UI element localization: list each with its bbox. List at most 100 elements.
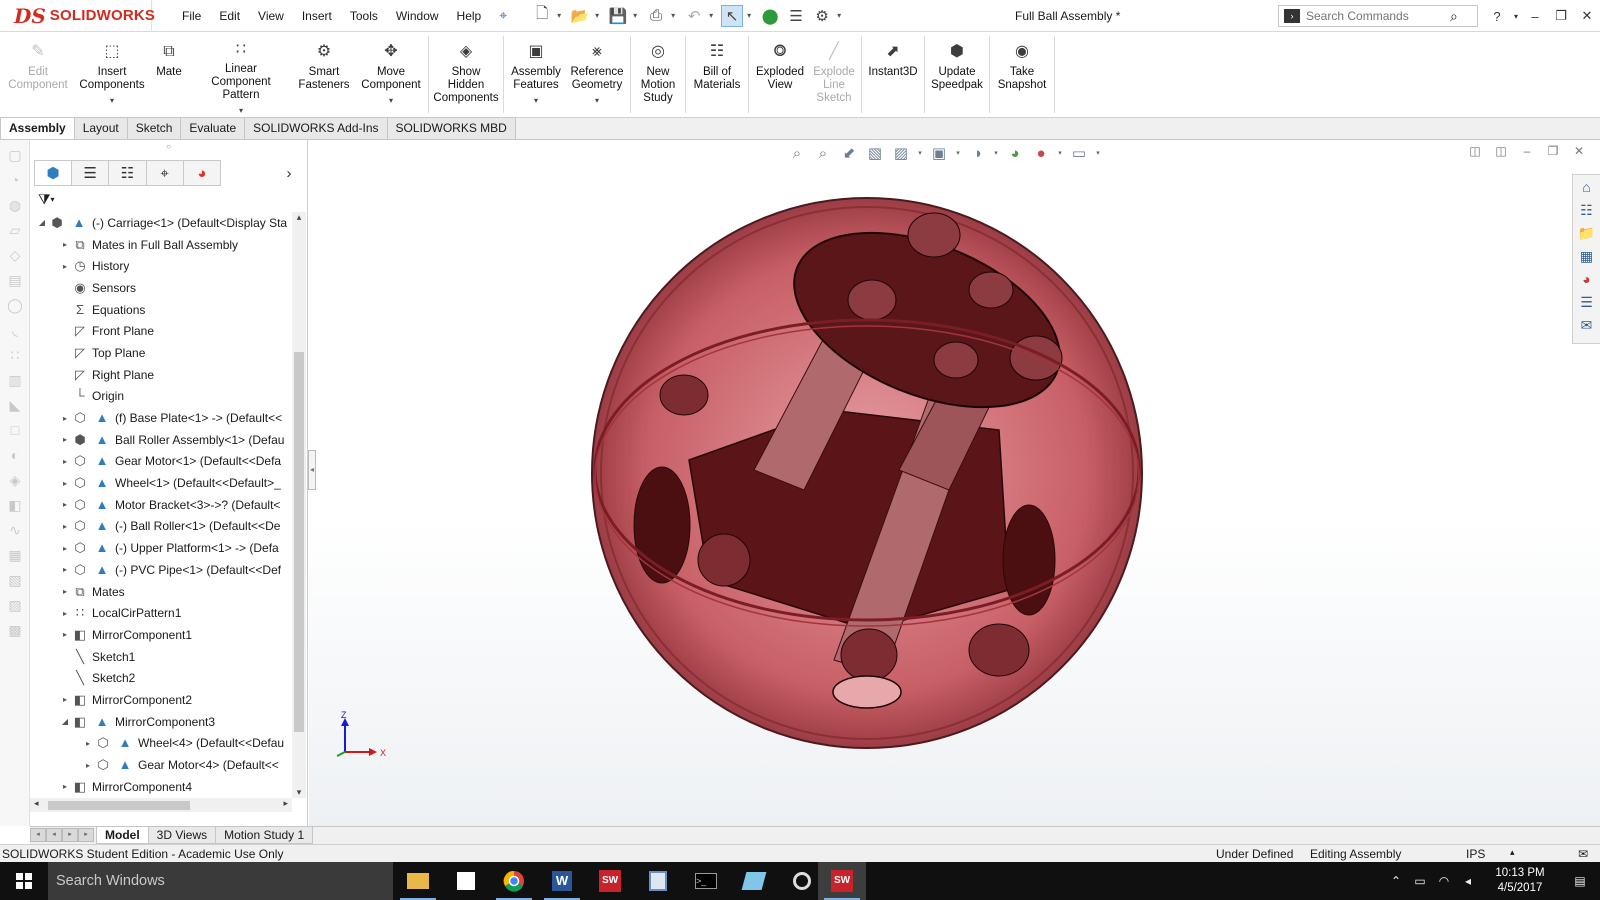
tree-item[interactable]: └ Origin [30, 386, 292, 408]
chevron-down-icon[interactable]: ▾ [595, 11, 603, 20]
chevron-down-icon[interactable]: ▾ [747, 11, 755, 20]
chevron-down-icon[interactable]: ▾ [534, 94, 538, 107]
tree-item[interactable]: ▸ ⬡ ▲ Gear Motor<4> (Default<< [30, 754, 292, 776]
sweep-icon[interactable]: ◍ [6, 197, 24, 213]
tree-item[interactable]: ▸ ⬡ ▲ (f) Base Plate<1> -> (Default<< [30, 407, 292, 429]
word-icon[interactable]: W [538, 862, 586, 900]
new-document-icon[interactable]: 🗋 [531, 5, 553, 27]
tree-item[interactable]: Σ Equations [30, 299, 292, 321]
design-library-icon[interactable]: ☷ [1576, 199, 1597, 221]
tab-evaluate[interactable]: Evaluate [180, 117, 246, 139]
taskbar-search[interactable]: Search Windows [48, 862, 393, 900]
scroll-right-icon[interactable]: ▸ [283, 798, 288, 809]
tree-horizontal-scrollbar[interactable]: ◂ ▸ [30, 798, 292, 812]
close-icon[interactable]: ✕ [1574, 8, 1600, 24]
tree-item[interactable]: ▸ ⧉ Mates in Full Ball Assembly [30, 234, 292, 256]
panel-splitter-handle[interactable]: ◂ [308, 450, 316, 490]
select-cursor-icon[interactable]: ↖ [721, 4, 744, 27]
chevron-right-icon[interactable]: ▸ [59, 414, 71, 423]
tree-item[interactable]: ▸ ∷ LocalCirPattern1 [30, 602, 292, 624]
units-selector[interactable]: IPS [1466, 847, 1485, 861]
show-hidden-components-button[interactable]: ◈ Show Hidden Components [431, 32, 501, 117]
instant3d-icon[interactable]: ▦ [6, 547, 24, 563]
chrome-icon[interactable] [490, 862, 538, 900]
pattern-icon[interactable]: ∷ [6, 347, 24, 363]
chevron-right-icon[interactable]: ▸ [82, 761, 94, 770]
menu-view[interactable]: View [250, 6, 292, 26]
wrap-icon[interactable]: ◐ [6, 447, 24, 463]
notes-icon[interactable] [730, 862, 778, 900]
menu-file[interactable]: File [174, 6, 209, 26]
chevron-right-icon[interactable]: ▸ [59, 240, 71, 249]
instant3d-button[interactable]: ⬈ Instant3D [864, 32, 922, 117]
chevron-down-icon[interactable]: ▾ [837, 11, 845, 20]
tab-solidworks-add-ins[interactable]: SOLIDWORKS Add-Ins [244, 117, 388, 139]
tree-item[interactable]: ╲ Sketch1 [30, 646, 292, 668]
surface-icon[interactable]: ▧ [6, 572, 24, 588]
menu-tools[interactable]: Tools [342, 6, 386, 26]
tree-item[interactable]: ▸ ⬡ ▲ Gear Motor<1> (Default<<Defa [30, 451, 292, 473]
linear-component-pattern-button[interactable]: ∷ Linear Component Pattern ▾ [190, 32, 292, 117]
chevron-down-icon[interactable]: ◢ [36, 218, 48, 227]
take-snapshot-button[interactable]: ◉ Take Snapshot [992, 32, 1052, 117]
installer-icon[interactable] [634, 862, 682, 900]
configuration-manager-icon[interactable]: ☷ [108, 160, 147, 186]
windows-start-button[interactable] [0, 862, 48, 900]
reference-geometry-button[interactable]: ⨳ Reference Geometry ▾ [566, 32, 628, 117]
tree-item[interactable]: ▸ ⬡ ▲ (-) Upper Platform<1> -> (Defa [30, 537, 292, 559]
tree-item[interactable]: ▸ ◷ History [30, 255, 292, 277]
panel-grip[interactable]: ○ [30, 140, 307, 160]
tree-item[interactable]: ◉ Sensors [30, 277, 292, 299]
tree-item[interactable]: ◢ ◧ ▲ MirrorComponent3 [30, 711, 292, 733]
chevron-down-icon[interactable]: ▾ [671, 11, 679, 20]
tab-3d-views[interactable]: 3D Views [147, 827, 217, 844]
chevron-down-icon[interactable]: ▾ [110, 94, 114, 107]
appearances-icon[interactable]: ◕ [1576, 268, 1597, 290]
tab-motion-study-1[interactable]: Motion Study 1 [215, 827, 314, 844]
scroll-up-icon[interactable]: ▴ [292, 212, 306, 223]
solidworks-active-icon[interactable]: SW [818, 862, 866, 900]
undo-icon[interactable]: ↶ [683, 5, 705, 27]
move-component-button[interactable]: ✥ Move Component ▾ [356, 32, 426, 117]
terminal-icon[interactable]: >_ [682, 862, 730, 900]
assembly-features-button[interactable]: ▣ Assembly Features ▾ [506, 32, 566, 117]
new-motion-study-button[interactable]: ◎ New Motion Study [633, 32, 683, 117]
dimxpert-manager-icon[interactable]: ⌖ [145, 160, 184, 186]
action-center-icon[interactable]: ▤ [1560, 874, 1600, 888]
scroll-thumb[interactable] [48, 801, 190, 810]
scroll-down-icon[interactable]: ▾ [292, 787, 306, 798]
mirror-icon[interactable]: ◧ [6, 497, 24, 513]
tab-sketch[interactable]: Sketch [126, 117, 182, 139]
chevron-right-icon[interactable]: ▸ [59, 544, 71, 553]
tree-item[interactable]: ▸ ⬢ ▲ Ball Roller Assembly<1> (Defau [30, 429, 292, 451]
chevron-right-icon[interactable]: ▸ [59, 522, 71, 531]
extrude-icon[interactable]: ▢ [6, 147, 24, 163]
weldment-icon[interactable]: ▩ [6, 622, 24, 638]
file-properties-icon[interactable]: ☰ [785, 5, 807, 27]
fillet-icon[interactable]: ◟ [6, 322, 24, 338]
tree-item[interactable]: ▸ ◧ MirrorComponent1 [30, 624, 292, 646]
chevron-right-icon[interactable]: ▸ [59, 630, 71, 639]
search-commands[interactable]: › ⌕ [1278, 5, 1478, 27]
chevron-down-icon[interactable]: ▾ [557, 11, 565, 20]
wifi-icon[interactable]: ◠ [1432, 874, 1456, 888]
save-icon[interactable]: 💾 [607, 5, 629, 27]
rib-icon[interactable]: ▥ [6, 372, 24, 388]
search-icon[interactable]: ⌕ [1450, 8, 1458, 25]
first-tab-icon[interactable]: ◂ [30, 827, 46, 842]
tree-item[interactable]: ◢ ⬢ ▲ (-) Carriage<1> (Default<Display Sta [30, 212, 292, 234]
battery-icon[interactable]: ▭ [1408, 874, 1432, 888]
sheet-metal-icon[interactable]: ▨ [6, 597, 24, 613]
bill-of-materials-button[interactable]: ☷ Bill of Materials [688, 32, 746, 117]
file-explorer-icon[interactable]: 📁 [1576, 222, 1597, 244]
chevron-right-icon[interactable]: › [270, 160, 308, 186]
explode-line-sketch-button[interactable]: ╱ Explode Line Sketch [809, 32, 859, 117]
tab-assembly[interactable]: Assembly [0, 117, 75, 139]
update-speedpak-button[interactable]: ⬢ Update Speedpak [927, 32, 987, 117]
chevron-right-icon[interactable]: ▸ [59, 565, 71, 574]
restore-icon[interactable]: ❐ [1548, 8, 1574, 24]
search-input[interactable] [1306, 9, 1446, 23]
revolve-icon[interactable]: ◔ [6, 172, 24, 188]
chevron-down-icon[interactable]: ▾ [595, 94, 599, 107]
tree-vertical-scrollbar[interactable]: ▴ ▾ [292, 212, 306, 798]
